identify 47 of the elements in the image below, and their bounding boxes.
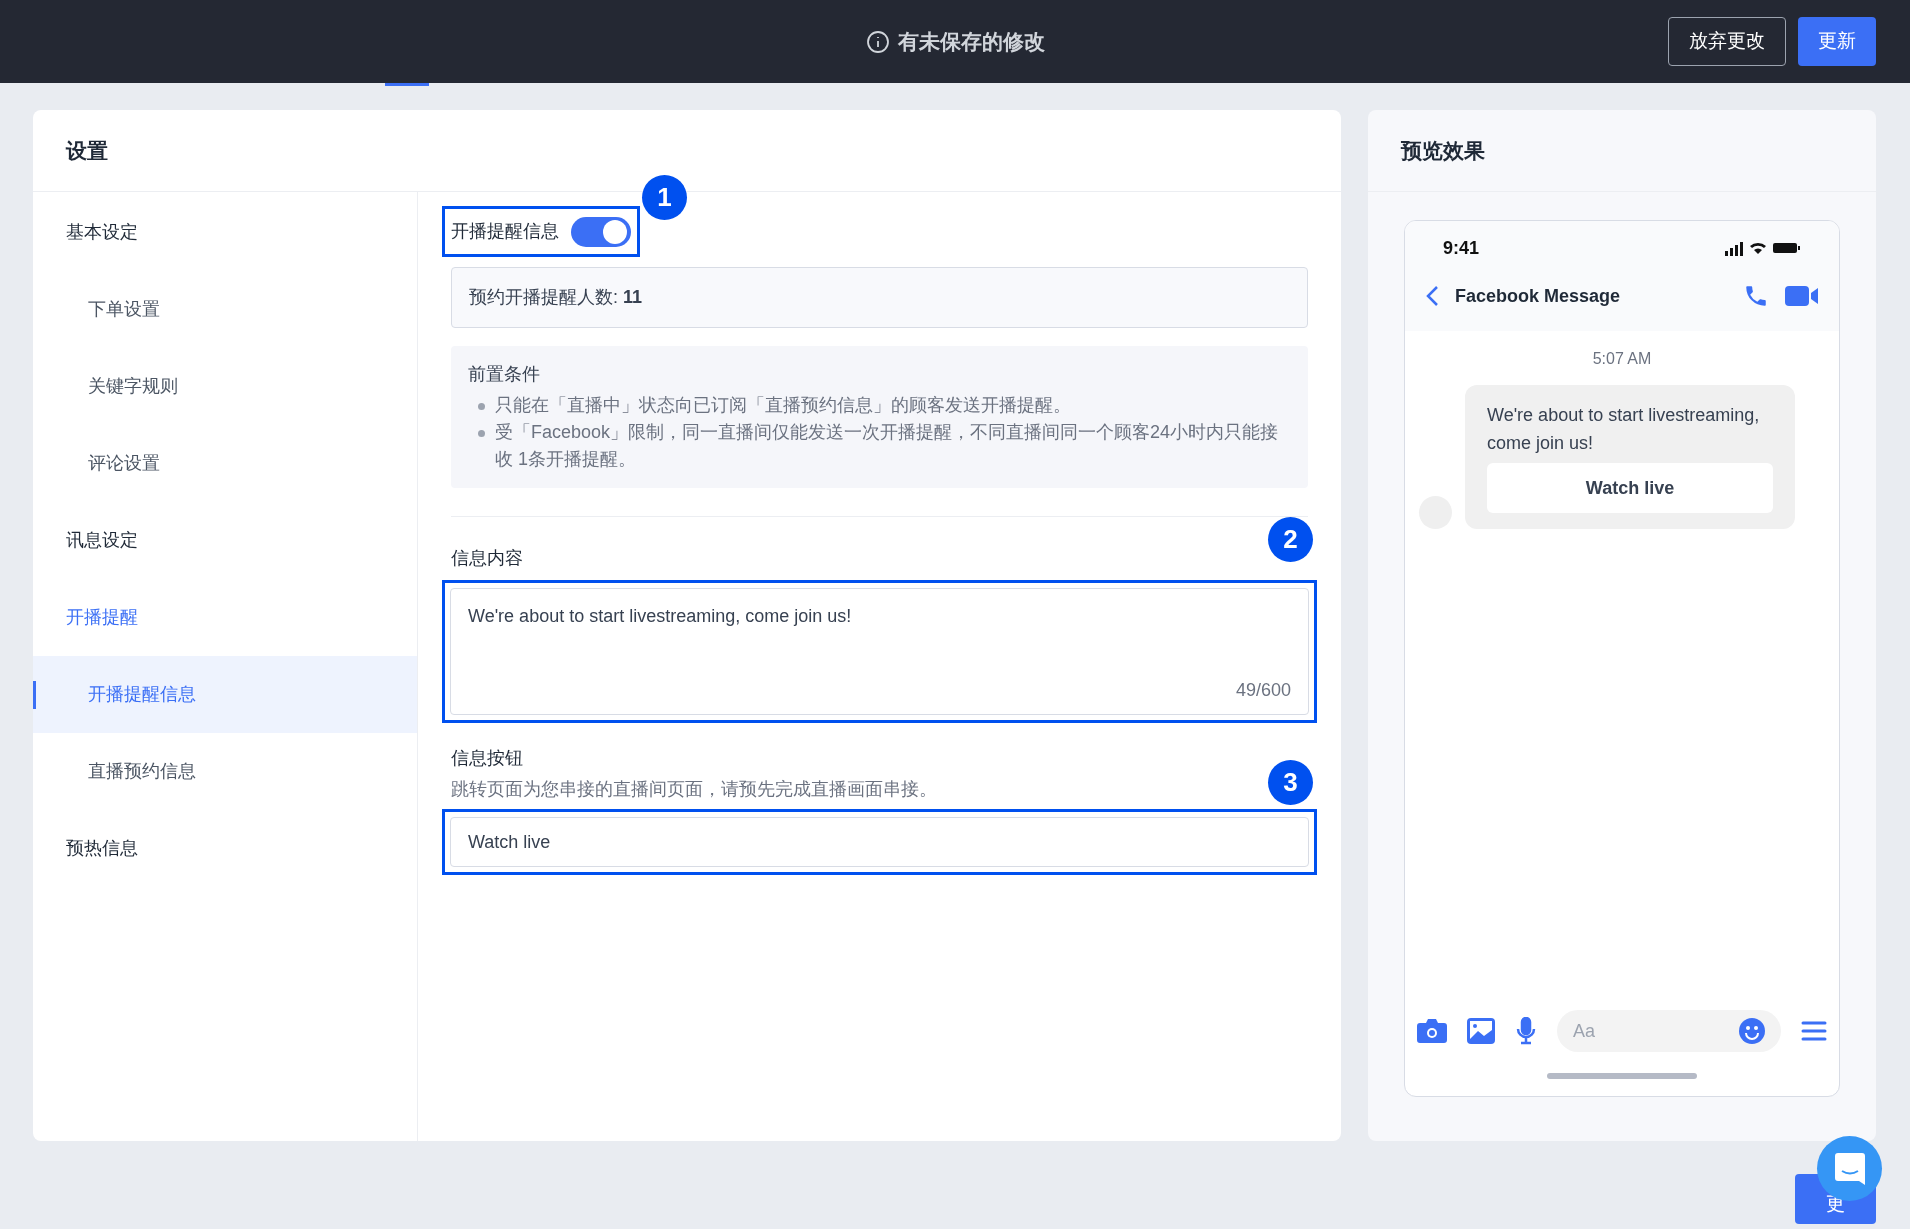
message-timestamp: 5:07 AM xyxy=(1592,349,1652,369)
callout-number: 1 xyxy=(642,175,687,220)
sidebar-item[interactable]: 讯息设定 xyxy=(33,502,417,579)
phone-icon[interactable] xyxy=(1743,283,1769,309)
field-hint: 跳转页面为您串接的直播间页面，请预先完成直播画面串接。 xyxy=(451,778,937,801)
camera-icon[interactable] xyxy=(1417,1018,1447,1044)
prerequisites-title: 前置条件 xyxy=(468,363,541,386)
message-textarea[interactable]: We're about to start livestreaming, come join us! 49/600 xyxy=(450,588,1309,715)
info-icon xyxy=(865,29,890,54)
sidebar-item[interactable]: 评论设置 xyxy=(33,425,417,502)
video-camera-icon[interactable] xyxy=(1785,285,1819,307)
preview-title: 预览效果 xyxy=(1401,137,1485,164)
chat-title: Facebook Message xyxy=(1455,284,1622,308)
sidebar-item[interactable]: 基本设定 xyxy=(33,194,417,271)
sidebar-item[interactable]: 下单设置 xyxy=(33,271,417,348)
char-counter: 49/600 xyxy=(1235,679,1291,702)
toggle-switch[interactable] xyxy=(571,216,631,247)
field-label: 信息按钮 xyxy=(451,747,524,770)
button-text-input[interactable]: Watch live xyxy=(450,817,1309,867)
subscriber-count: 预约开播提醒人数: 11 xyxy=(451,267,1308,328)
battery-icon xyxy=(1773,242,1801,254)
microphone-icon[interactable] xyxy=(1515,1017,1537,1045)
unsaved-notice: 有未保存的修改 xyxy=(897,28,1045,55)
sidebar-item[interactable]: 开播提醒 xyxy=(33,579,417,656)
menu-icon[interactable] xyxy=(1801,1021,1827,1041)
status-time: 9:41 xyxy=(1443,236,1480,260)
image-icon[interactable] xyxy=(1467,1018,1495,1044)
bubble-text: We're about to start livestreaming, come join us! xyxy=(1487,404,1761,455)
watch-live-button[interactable]: Watch live xyxy=(1487,463,1773,513)
smiley-icon[interactable] xyxy=(1739,1018,1765,1044)
sidebar-item[interactable]: 直播预约信息 xyxy=(33,733,417,810)
callout-number: 2 xyxy=(1268,517,1313,562)
prerequisite-text: 受「Facebook」限制，同一直播间仅能发送一次开播提醒，不同直播间同一个顾客24小时内只能接收 1条开播提醒。 xyxy=(495,421,1280,471)
toggle-label: 开播提醒信息 xyxy=(451,220,559,243)
chat-bubble-icon xyxy=(1834,1152,1865,1185)
back-icon[interactable] xyxy=(1425,285,1439,307)
sidebar-item[interactable]: 关键字规则 xyxy=(33,348,417,425)
sidebar-item[interactable]: 预热信息 xyxy=(33,810,417,887)
field-label: 信息内容 xyxy=(451,547,524,570)
prerequisite-text: 只能在「直播中」状态向已订阅「直播预约信息」的顾客发送开播提醒。 xyxy=(495,394,1071,417)
settings-title: 设置 xyxy=(66,137,108,164)
discard-button[interactable]: 放弃更改 xyxy=(1668,17,1786,66)
update-button[interactable]: 更新 xyxy=(1798,17,1876,66)
sidebar-item[interactable]: 开播提醒信息 xyxy=(33,656,417,733)
callout-number: 3 xyxy=(1268,760,1313,805)
signal-icon xyxy=(1725,240,1743,256)
wifi-icon xyxy=(1749,241,1767,255)
